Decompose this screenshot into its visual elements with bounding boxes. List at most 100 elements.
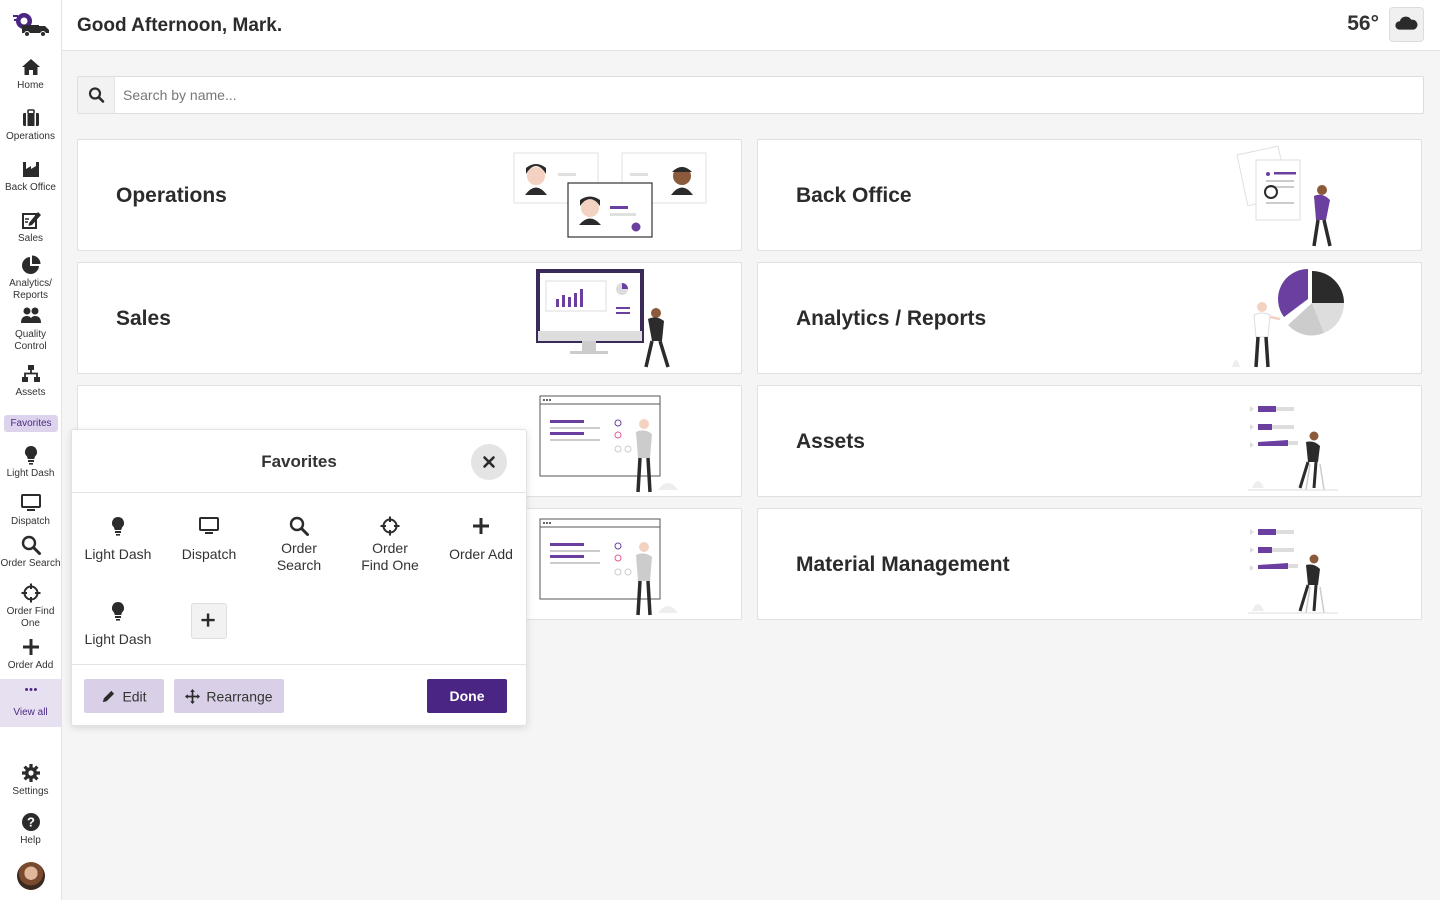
search-icon [21,535,41,555]
search-input[interactable] [123,85,1373,105]
top-header: Good Afternoon, Mark. 56° [62,0,1440,51]
sidebar-item-settings[interactable]: Settings [0,762,61,798]
done-button[interactable]: Done [427,679,507,713]
sidebar-item-label: Order Search [0,558,61,569]
avatar[interactable] [17,862,45,890]
sitemap-icon [21,365,40,382]
edit-label: Edit [122,688,147,705]
sidebar-item-label: Back Office [5,182,56,193]
sidebar-item-label: Order Add [7,660,54,671]
weather-button[interactable] [1389,7,1424,42]
close-button[interactable] [471,444,507,480]
close-icon [483,456,495,468]
sales-illustration [536,269,670,368]
gear-icon [21,764,40,782]
card-analytics-reports[interactable]: Analytics / Reports [757,262,1422,374]
more-horizontal-icon [24,687,37,691]
sidebar-item-analytics[interactable]: Analytics/ Reports [0,254,61,302]
sidebar-fav-order-find-one[interactable]: Order Find One [0,582,61,630]
checklist-illustration [539,518,678,616]
sidebar-fav-order-add[interactable]: Order Add [0,636,61,672]
plus-icon [22,639,39,655]
favorite-light-dash[interactable]: Light Dash [73,515,163,563]
sidebar-fav-dispatch[interactable]: Dispatch [0,492,61,528]
sidebar-item-label: Light Dash [6,468,55,479]
sidebar-item-label: Quality Control [14,329,47,352]
card-assets[interactable]: Assets [757,385,1422,497]
rearrange-button[interactable]: Rearrange [174,679,284,713]
card-title: Assets [796,430,865,453]
card-operations[interactable]: Operations [77,139,742,251]
favorite-dispatch[interactable]: Dispatch [164,515,254,563]
favorite-label: Dispatch [181,546,237,562]
back-office-illustration [1236,145,1332,247]
checklist-illustration [539,395,678,493]
material-management-illustration [1248,529,1338,614]
edit-button[interactable]: Edit [84,679,164,713]
sidebar-item-label: Order Find One [6,606,55,629]
analytics-illustration [1232,269,1345,368]
sidebar-item-label: Analytics/ Reports [9,278,52,301]
sidebar-item-label: Operations [6,131,55,142]
sidebar-fav-light-dash[interactable]: Light Dash [0,444,61,480]
sidebar-item-quality-control[interactable]: Quality Control [0,305,61,353]
view-all-label: View all [13,707,48,718]
card-material-management[interactable]: Material Management [757,508,1422,620]
favorites-panel-title: Favorites [261,452,337,471]
monitor-icon [20,494,41,511]
factory-icon [22,162,39,177]
add-favorite-button[interactable] [191,603,227,639]
users-icon [20,307,41,323]
lightbulb-icon [111,516,125,536]
sidebar-item-assets[interactable]: Assets [0,363,61,399]
card-title: Back Office [796,184,912,207]
card-sales[interactable]: Sales [77,262,742,374]
search-icon [289,516,309,536]
sidebar-item-label: Dispatch [11,516,50,527]
greeting-text: Good Afternoon, Mark. [77,15,283,36]
home-icon [21,59,40,75]
favorite-label: Order Add [449,546,513,562]
crosshair-icon [380,516,400,536]
briefcase-icon [22,109,39,126]
pencil-icon [103,691,115,703]
favorite-order-add[interactable]: Order Add [436,515,526,563]
sidebar-item-label: Home [17,80,44,91]
card-back-office[interactable]: Back Office [757,139,1422,251]
sidebar-item-sales[interactable]: Sales [0,209,61,245]
card-title: Sales [116,307,171,330]
sidebar-item-help[interactable]: ? Help [0,811,61,847]
favorite-order-search[interactable]: Order Search [254,515,344,574]
favorite-order-find-one[interactable]: Order Find One [345,515,435,574]
monitor-icon [199,517,219,534]
favorite-label: Order Search [276,540,322,573]
favorites-panel-footer: Edit Rearrange Done [72,664,526,726]
plus-icon [473,518,489,534]
lightbulb-icon [24,445,37,465]
sidebar-item-label: Settings [12,786,49,797]
sidebar-item-label: Help [20,835,41,846]
view-all-button[interactable]: View all [0,679,61,727]
search-bar [77,76,1424,114]
move-icon [185,689,201,705]
sidebar-item-operations[interactable]: Operations [0,107,61,143]
lightbulb-icon [111,601,125,621]
sidebar-item-home[interactable]: Home [0,56,61,92]
favorites-tag: Favorites [4,415,58,432]
rearrange-label: Rearrange [206,688,273,705]
card-title: Analytics / Reports [796,307,987,330]
svg-text:?: ? [27,815,35,830]
sidebar-fav-order-search[interactable]: Order Search [0,534,61,570]
operations-illustration [513,152,707,238]
pie-chart-icon [21,255,40,274]
edit-icon [21,212,41,229]
sidebar: Home Operations Back Office Sales Analyt… [0,0,62,900]
plus-icon [201,613,215,627]
favorite-label: Order Find One [361,540,419,573]
sidebar-item-back-office[interactable]: Back Office [0,158,61,194]
card-title: Operations [116,184,227,207]
temperature-readout: 56° [1347,12,1379,35]
favorite-light-dash-2[interactable]: Light Dash [73,600,163,648]
delivery-truck-logo[interactable] [12,12,50,38]
search-icon [88,87,105,103]
